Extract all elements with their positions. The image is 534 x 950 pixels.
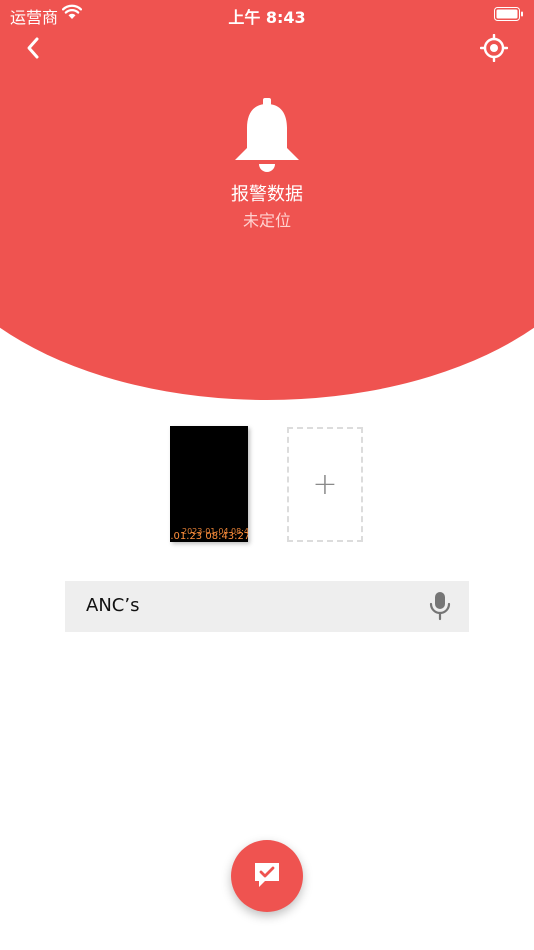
status-time: 上午 8:43 [228,8,306,27]
battery-icon [494,7,523,21]
plus-icon: + [312,467,338,502]
description-input-value[interactable]: ANC’s [86,595,139,616]
status-bar: 运营商 上午 8:43 [0,0,534,30]
locate-icon[interactable] [480,34,508,62]
location-status: 未定位 [242,211,291,230]
add-photo-button[interactable]: + [287,427,363,542]
page-title: 报警数据 [231,184,303,205]
bell-icon [235,98,299,172]
alarm-data-screen: 运营商 上午 8:43 报警数据 未定位 2023-01-04 08:4 4.0… [0,0,534,950]
description-input[interactable]: ANC’s [65,581,469,632]
photo-timestamp: 4.01.23 08:43:27 [170,531,248,542]
message-check-icon [255,863,279,887]
microphone-icon[interactable] [429,591,451,621]
photo-thumbnail[interactable]: 2023-01-04 08:4 4.01.23 08:43:27 [170,426,248,542]
back-icon[interactable] [20,34,48,62]
submit-button[interactable] [231,840,303,912]
